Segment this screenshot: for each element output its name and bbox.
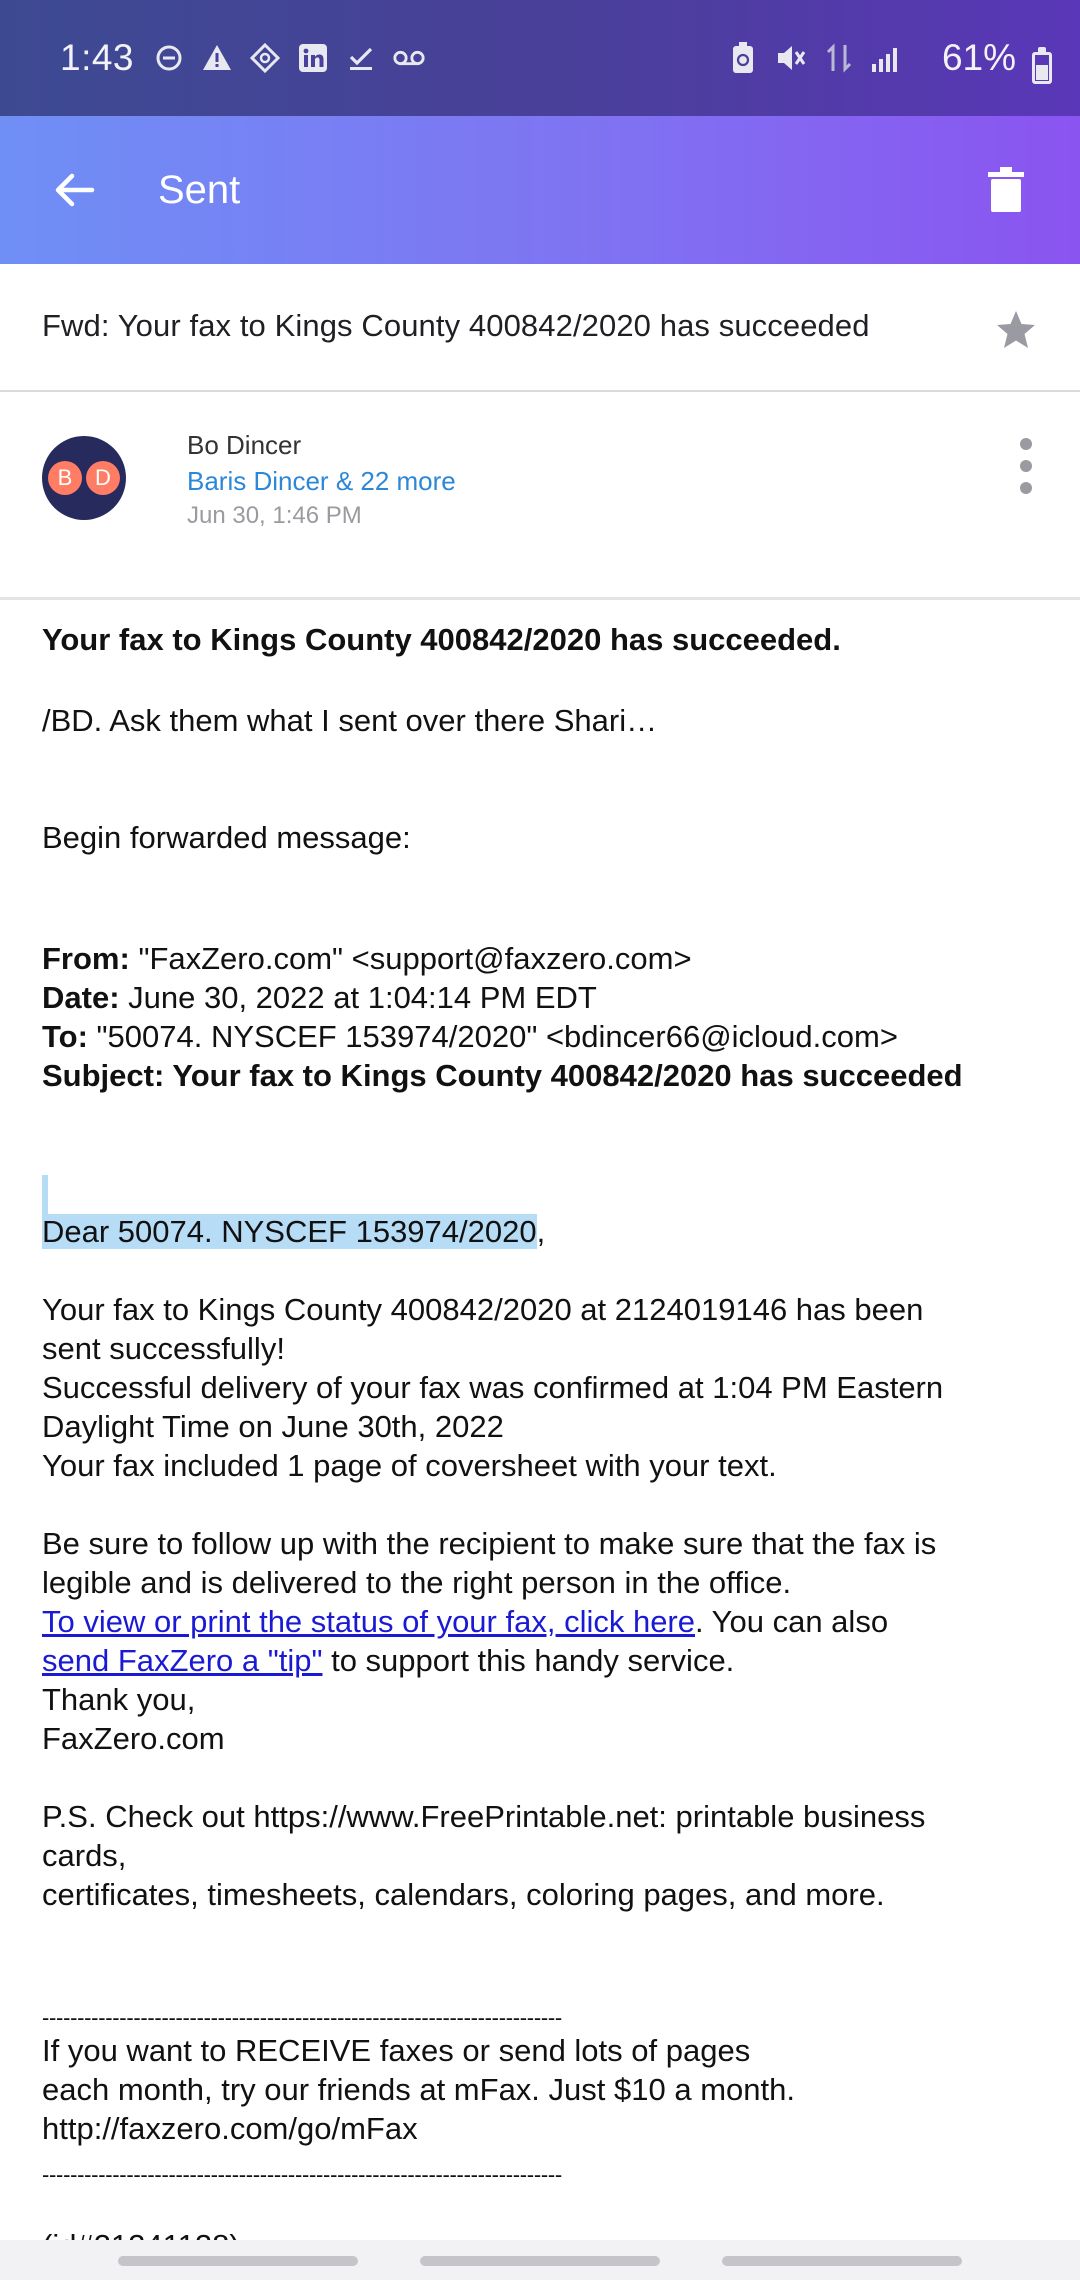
body-text: to support this handy service. [322, 1643, 735, 1678]
body-line: If you want to RECEIVE faxes or send lot… [42, 2033, 751, 2068]
battery-icon [1032, 47, 1052, 84]
do-not-disturb-icon [152, 41, 186, 75]
body-line: Successful delivery of your fax was conf… [42, 1370, 944, 1405]
body-text: . You can also [695, 1604, 889, 1639]
fwd-from-value: "FaxZero.com" <support@faxzero.com> [129, 941, 692, 976]
dear-line[interactable]: Dear 50074. NYSCEF 153974/2020, [42, 1212, 545, 1251]
body-line: each month, try our friends at mFax. Jus… [42, 2072, 795, 2107]
back-button[interactable] [44, 160, 104, 220]
status-time: 1:43 [60, 37, 135, 78]
selected-text[interactable]: Dear 50074. NYSCEF 153974/2020 [42, 1214, 537, 1249]
fwd-date-value: June 30, 2022 at 1:04:14 PM EDT [119, 980, 597, 1015]
fwd-to-label: To: [42, 1019, 88, 1054]
sync-icon [248, 41, 282, 75]
warning-icon [200, 41, 234, 75]
notification-icons [152, 41, 426, 75]
back-arrow-icon [55, 173, 95, 207]
more-dot [1020, 482, 1032, 494]
body-line: sent successfully! [42, 1331, 285, 1366]
body-line: certificates, timesheets, calendars, col… [42, 1877, 885, 1912]
nav-pill[interactable] [118, 2256, 358, 2266]
battery-percent: 61% [941, 37, 1016, 78]
fwd-to-value: "50074. NYSCEF 153974/2020" <bdincer66@i… [87, 1019, 898, 1054]
body-line: To view or print the status of your fax,… [42, 1602, 888, 1641]
status-bar: 1:43 61% [0, 0, 1080, 116]
body-line: send FaxZero a "tip" to support this han… [42, 1641, 734, 1680]
fwd-to: To: "50074. NYSCEF 153974/2020" <bdincer… [42, 1017, 898, 1056]
fwd-date: Date: June 30, 2022 at 1:04:14 PM EDT [42, 978, 597, 1017]
body-line: P.S. Check out https://www.FreePrintable… [42, 1799, 926, 1834]
more-dot [1020, 460, 1032, 472]
fwd-subject: Subject: Your fax to Kings County 400842… [42, 1058, 963, 1093]
trash-icon [988, 167, 1024, 212]
avatar-initial: B [48, 461, 82, 495]
fwd-date-label: Date: [42, 980, 120, 1015]
avatar[interactable]: B D [42, 436, 126, 520]
divider-line: ----------------------------------------… [42, 2162, 562, 2187]
body-line: Thank you, [42, 1682, 196, 1717]
more-options-button[interactable] [1008, 438, 1044, 494]
page-title: Sent [158, 167, 241, 212]
body-line: Your fax included 1 page of coversheet w… [42, 1448, 777, 1483]
voicemail-icon [392, 41, 426, 75]
sender-name: Bo Dincer [187, 430, 302, 460]
dear-comma: , [536, 1214, 546, 1249]
body-line: legible and is delivered to the right pe… [42, 1565, 792, 1600]
sender-row: B D Bo Dincer Baris Dincer & 22 more Jun… [0, 392, 1080, 600]
fwd-from: From: "FaxZero.com" <support@faxzero.com… [42, 939, 692, 978]
signal-icon [870, 41, 904, 75]
forward-intro: Begin forwarded message: [42, 820, 411, 855]
linkedin-icon [296, 41, 330, 75]
fax-status-link[interactable]: To view or print the status of your fax,… [42, 1604, 695, 1639]
text-cursor [42, 1175, 48, 1215]
body-line: Daylight Time on June 30th, 2022 [42, 1409, 504, 1444]
star-icon [997, 311, 1035, 348]
email-subject: Fwd: Your fax to Kings County 400842/202… [42, 308, 870, 343]
recipients-link[interactable]: Baris Dincer & 22 more [187, 466, 456, 497]
nav-pill[interactable] [722, 2256, 962, 2266]
body-line: Be sure to follow up with the recipient … [42, 1526, 937, 1561]
more-dot [1020, 438, 1032, 450]
app-bar: Sent [0, 116, 1080, 264]
mute-icon [774, 41, 808, 75]
email-date: Jun 30, 1:46 PM [187, 502, 362, 529]
body-line: cards, [42, 1838, 127, 1873]
data-icon [822, 41, 856, 75]
check-icon [344, 41, 378, 75]
nav-pill[interactable] [420, 2256, 660, 2266]
tip-link[interactable]: send FaxZero a "tip" [42, 1643, 322, 1678]
fwd-from-label: From: [42, 941, 130, 976]
avatar-initial: D [86, 461, 120, 495]
delete-button[interactable] [976, 160, 1036, 220]
body-note: /BD. Ask them what I sent over there Sha… [42, 703, 658, 738]
system-icons [726, 0, 904, 116]
subject-row: Fwd: Your fax to Kings County 400842/202… [0, 264, 1080, 392]
battery-saver-icon [726, 41, 760, 75]
star-button[interactable] [992, 306, 1040, 354]
body-heading: Your fax to Kings County 400842/2020 has… [42, 622, 841, 657]
body-line: Your fax to Kings County 400842/2020 at … [42, 1292, 924, 1327]
body-line: http://faxzero.com/go/mFax [42, 2111, 418, 2146]
signature: FaxZero.com [42, 1721, 225, 1756]
